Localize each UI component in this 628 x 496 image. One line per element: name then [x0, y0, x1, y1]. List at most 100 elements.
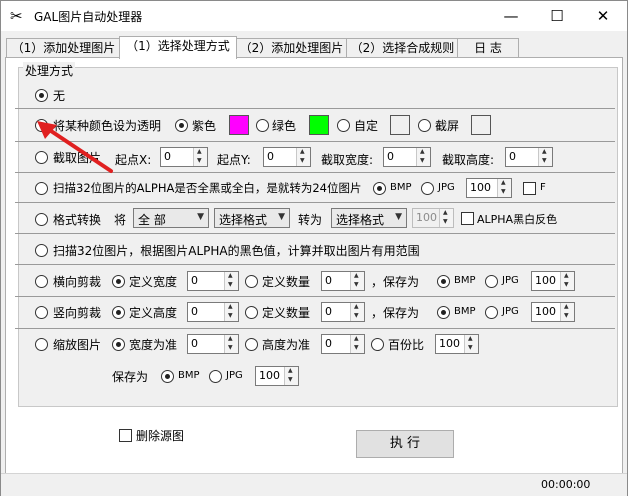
label-alpha24: 扫描32位图片的ALPHA是否全黑或全白，是就转为24位图片: [53, 181, 362, 195]
radio-hcut-jpg[interactable]: [485, 275, 498, 288]
label-vcut-height: 定义高度: [129, 306, 178, 320]
radio-vcut-bmp[interactable]: [437, 306, 450, 319]
vcut-height-input[interactable]: 0: [187, 302, 239, 322]
tab-add-images-2[interactable]: （2）添加处理图片: [235, 38, 348, 58]
window-title: GAL图片自动处理器: [34, 10, 143, 24]
checkbox-f[interactable]: [523, 182, 536, 195]
hcut-width-input[interactable]: 0: [187, 271, 239, 291]
label-jpg: JPG: [438, 182, 455, 193]
scale-height-input[interactable]: 0: [321, 334, 365, 354]
purple-swatch[interactable]: [229, 115, 249, 135]
label-vcut-bmp: BMP: [454, 306, 476, 317]
hcut-count-input[interactable]: 0: [321, 271, 365, 291]
radio-scale-height[interactable]: [245, 338, 258, 351]
radio-vcut-height[interactable]: [112, 306, 125, 319]
custom-swatch[interactable]: [390, 115, 410, 135]
scale-percent-input[interactable]: 100: [435, 334, 479, 354]
status-time: 00:00:00: [541, 478, 591, 491]
from-select[interactable]: 全 部 ▼: [133, 208, 209, 228]
radio-hcut-width[interactable]: [112, 275, 125, 288]
label-crop-height: 截取高度:: [442, 153, 495, 167]
label-scale-save: 保存为: [112, 370, 149, 384]
label-delete-source: 删除源图: [136, 429, 185, 443]
label-crop-width: 截取宽度:: [321, 153, 374, 167]
label-format: 格式转换: [53, 213, 102, 227]
radio-purple[interactable]: [175, 119, 188, 132]
label-hcut-save: ，保存为: [371, 275, 420, 289]
label-scale: 缩放图片: [53, 338, 102, 352]
scale-quality-input[interactable]: 100: [255, 366, 299, 386]
status-bar: 00:00:00: [1, 473, 627, 496]
radio-format[interactable]: [35, 213, 48, 226]
label-hcut-width: 定义宽度: [129, 275, 178, 289]
crop-width-input[interactable]: 0: [383, 147, 431, 167]
format-select-2[interactable]: 选择格式 ▼: [331, 208, 407, 228]
separator: [15, 328, 615, 329]
green-swatch[interactable]: [309, 115, 329, 135]
radio-scale-bmp[interactable]: [161, 370, 174, 383]
radio-alpha24-jpg[interactable]: [421, 182, 434, 195]
radio-hcut-count[interactable]: [245, 275, 258, 288]
label-bmp: BMP: [390, 182, 412, 193]
radio-vcut[interactable]: [35, 306, 48, 319]
radio-vcut-jpg[interactable]: [485, 306, 498, 319]
radio-green[interactable]: [256, 119, 269, 132]
label-screen: 截屏: [435, 119, 460, 133]
radio-custom[interactable]: [337, 119, 350, 132]
chevron-down-icon: ▼: [197, 212, 204, 222]
start-x-input[interactable]: 0: [160, 147, 208, 167]
label-vcut-jpg: JPG: [502, 306, 519, 317]
radio-scale[interactable]: [35, 338, 48, 351]
label-hcut-bmp: BMP: [454, 275, 476, 286]
radio-hcut[interactable]: [35, 275, 48, 288]
alpha24-quality-input[interactable]: 100: [466, 178, 512, 198]
scissors-icon: ✂: [10, 7, 23, 25]
close-button[interactable]: ✕: [580, 1, 626, 31]
radio-alpha24[interactable]: [35, 182, 48, 195]
start-y-input[interactable]: 0: [263, 147, 311, 167]
hcut-quality-input[interactable]: 100: [531, 271, 575, 291]
vcut-count-input[interactable]: 0: [321, 302, 365, 322]
radio-scale-percent[interactable]: [371, 338, 384, 351]
format-quality-input[interactable]: 100: [412, 208, 454, 228]
chevron-down-icon: ▼: [395, 212, 402, 222]
tab-merge-rules[interactable]: （2）选择合成规则: [346, 38, 459, 58]
label-vcut-count: 定义数量: [262, 306, 311, 320]
label-scale-height: 高度为准: [262, 338, 311, 352]
label-none: 无: [53, 89, 66, 103]
label-scale-width: 宽度为准: [129, 338, 178, 352]
radio-scale-jpg[interactable]: [209, 370, 222, 383]
radio-none[interactable]: [35, 89, 48, 102]
scale-width-input[interactable]: 0: [187, 334, 239, 354]
vcut-quality-input[interactable]: 100: [531, 302, 575, 322]
label-f: F: [540, 182, 546, 193]
checkbox-delete-source[interactable]: [119, 429, 132, 442]
radio-vcut-count[interactable]: [245, 306, 258, 319]
app-window: ✂ GAL图片自动处理器 — ☐ ✕ （1）添加处理图片 （1）选择处理方式 （…: [0, 0, 628, 496]
label-scan: 扫描32位图片，根据图片ALPHA的黑色值，计算并取出图片有用范围: [53, 244, 420, 258]
format-select-1[interactable]: 选择格式 ▼: [214, 208, 290, 228]
radio-hcut-bmp[interactable]: [437, 275, 450, 288]
tab-log[interactable]: 日 志: [457, 38, 519, 58]
radio-alpha24-bmp[interactable]: [373, 182, 386, 195]
execute-button[interactable]: 执 行: [356, 430, 454, 458]
label-vcut: 竖向剪裁: [53, 306, 102, 320]
radio-scan[interactable]: [35, 244, 48, 257]
chevron-down-icon: ▼: [278, 212, 285, 222]
screen-swatch[interactable]: [471, 115, 491, 135]
minimize-button[interactable]: —: [488, 1, 534, 31]
maximize-button[interactable]: ☐: [534, 1, 580, 31]
label-start-x: 起点X:: [115, 153, 152, 167]
group-legend: 处理方式: [23, 62, 76, 79]
label-from: 将: [114, 213, 127, 227]
label-scale-bmp: BMP: [178, 370, 200, 381]
checkbox-invert[interactable]: [461, 212, 474, 225]
tab-add-images-1[interactable]: （1）添加处理图片: [6, 38, 121, 58]
label-to: 转为: [298, 213, 323, 227]
label-purple: 紫色: [192, 119, 217, 133]
tab-select-method[interactable]: （1）选择处理方式: [119, 36, 237, 59]
crop-height-input[interactable]: 0: [505, 147, 553, 167]
radio-scale-width[interactable]: [112, 338, 125, 351]
radio-screen[interactable]: [418, 119, 431, 132]
separator: [15, 233, 615, 234]
